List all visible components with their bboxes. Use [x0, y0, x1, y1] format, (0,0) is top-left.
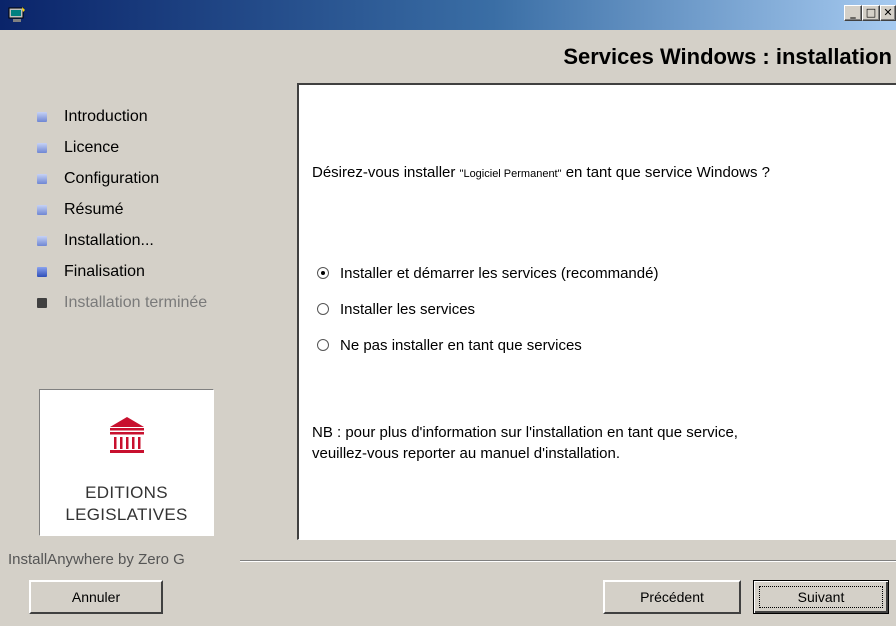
step-label: Résumé	[64, 200, 124, 218]
step-item-installation-terminee: Installation terminée	[37, 287, 207, 318]
option-label[interactable]: Installer les services	[340, 301, 475, 318]
branding-divider	[240, 560, 896, 562]
page-title: Services Windows : installation	[563, 44, 892, 69]
note-line: veuillez-vous reporter au manuel d'insta…	[312, 445, 621, 462]
cancel-button[interactable]: Annuler	[29, 580, 163, 614]
step-item-installation: Installation...	[37, 225, 207, 256]
step-item-configuration: Configuration	[37, 163, 207, 194]
step-label: Installation terminée	[64, 293, 208, 311]
next-button[interactable]: Suivant	[753, 580, 889, 614]
option-label[interactable]: Ne pas installer en tant que services	[340, 337, 582, 354]
option-install-only[interactable]: Installer les services	[317, 291, 658, 327]
publisher-logo: EDITIONS LEGISLATIVES	[39, 389, 214, 536]
step-label: Introduction	[64, 107, 148, 125]
branding-label: InstallAnywhere by Zero G	[8, 551, 185, 568]
step-label: Finalisation	[64, 262, 145, 280]
info-note: NB : pour plus d'information sur l'insta…	[312, 422, 872, 464]
previous-button[interactable]: Précédent	[603, 580, 741, 614]
step-item-licence: Licence	[37, 132, 207, 163]
step-list: Introduction Licence Configuration Résum…	[37, 101, 207, 318]
next-button-label[interactable]: Suivant	[759, 586, 883, 608]
step-bullet-icon	[37, 235, 47, 246]
temple-icon	[110, 417, 144, 453]
option-install-and-start[interactable]: Installer et démarrer les services (reco…	[317, 255, 658, 291]
step-bullet-icon	[37, 266, 47, 277]
note-line: NB : pour plus d'information sur l'insta…	[312, 424, 738, 441]
product-name: "Logiciel Permanent"	[459, 168, 562, 180]
step-bullet-icon	[37, 173, 47, 184]
close-button[interactable]: ✕	[880, 5, 896, 21]
option-label[interactable]: Installer et démarrer les services (reco…	[340, 265, 658, 282]
step-bullet-icon	[37, 111, 47, 122]
step-item-resume: Résumé	[37, 194, 207, 225]
radio-button[interactable]	[317, 303, 329, 315]
radio-button[interactable]	[317, 267, 329, 279]
question-text: Désirez-vous installer "Logiciel Permane…	[312, 164, 770, 181]
step-item-finalisation: Finalisation	[37, 256, 207, 287]
minimize-button[interactable]: _	[844, 5, 862, 21]
installer-app-icon	[8, 7, 25, 22]
logo-text-line2: LEGISLATIVES	[65, 505, 188, 524]
step-label: Configuration	[64, 169, 160, 187]
step-bullet-icon	[37, 204, 47, 215]
question-prefix: Désirez-vous installer	[312, 164, 460, 181]
maximize-button[interactable]: □	[862, 5, 880, 21]
step-item-introduction: Introduction	[37, 101, 207, 132]
title-bar[interactable]: _ □ ✕	[0, 0, 896, 30]
service-options-group: Installer et démarrer les services (reco…	[317, 255, 658, 363]
content-panel: Désirez-vous installer "Logiciel Permane…	[297, 83, 896, 540]
step-label: Licence	[64, 138, 120, 156]
step-label: Installation...	[64, 231, 154, 249]
radio-button[interactable]	[317, 339, 329, 351]
step-bullet-icon	[37, 297, 47, 308]
question-suffix: en tant que service Windows ?	[561, 164, 770, 181]
logo-text-line1: EDITIONS	[85, 483, 168, 502]
option-do-not-install[interactable]: Ne pas installer en tant que services	[317, 327, 658, 363]
step-bullet-icon	[37, 142, 47, 153]
